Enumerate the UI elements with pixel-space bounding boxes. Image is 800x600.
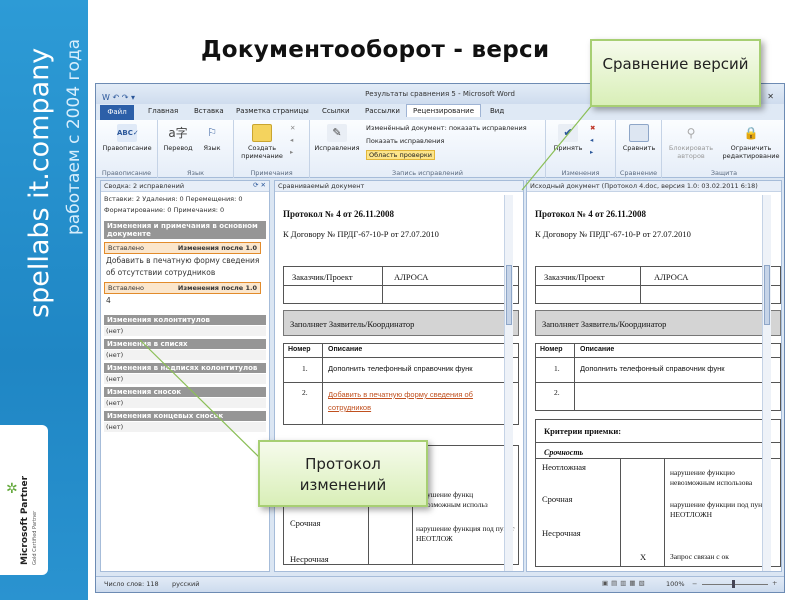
compare-callout-text: Сравнение версий [602,55,749,73]
compare-callout: Сравнение версий [590,39,761,107]
protocol-connector [139,339,263,461]
protocol-callout: Протокол изменений [258,440,428,507]
protocol-callout-text: Протокол изменений [299,455,387,494]
compare-connector [521,104,593,191]
